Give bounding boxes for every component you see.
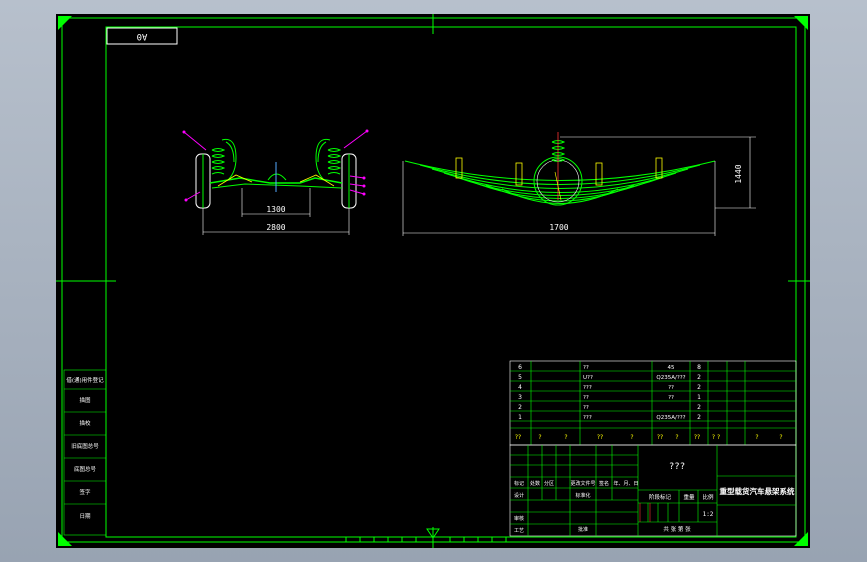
bom-row-number: 4 (518, 384, 522, 391)
bom-row-number: 5 (518, 374, 522, 381)
track-width-label: 1300 (266, 205, 285, 214)
side-strip-label: 描图 (79, 396, 91, 404)
bom-header-cell: ?? (694, 434, 700, 441)
scale-value: 1:2 (703, 511, 714, 518)
bom-row-name: ??? (583, 385, 592, 391)
bom-header-cell: ? ? (712, 434, 720, 441)
bom-header-cell: ? (538, 434, 541, 441)
cad-viewport[interactable]: A0 1300 2800 1700 1440 6 ?? 45 8 5 U?? Q… (0, 0, 867, 562)
bom-row-number: 3 (518, 394, 522, 401)
overall-width-label: 2800 (266, 223, 285, 232)
bom-row-name: ?? (583, 365, 589, 371)
side-strip-label: 签字 (79, 488, 91, 496)
bom-row-number: 2 (518, 404, 522, 411)
sheet-size-label: A0 (137, 31, 148, 41)
bom-row-name: ?? (583, 405, 589, 411)
bom-header-cell: ? (779, 434, 782, 441)
span-label: 1700 (549, 223, 568, 232)
stage-mark-label: 阶段标记 (649, 493, 672, 501)
bom-row-qty: 2 (697, 374, 701, 381)
bom-header-cell: ? (675, 434, 678, 441)
title-block-label: 标记 (514, 480, 524, 487)
bom-row-qty: 2 (697, 404, 701, 411)
sheet-info: 共 张 第 张 (663, 525, 691, 533)
bom-row-name: ??? (583, 415, 592, 421)
bom-header-cell: ?? (657, 434, 663, 441)
side-strip-label: 旧底图总号 (71, 442, 99, 450)
bom-header-cell: ? (564, 434, 567, 441)
bom-row-number: 1 (518, 414, 522, 421)
height-label: 1440 (734, 164, 743, 183)
material-mark: ??? (669, 462, 685, 472)
drawing-sheet: A0 1300 2800 1700 1440 6 ?? 45 85 U?? Q2… (56, 14, 810, 548)
drawing-title: 重型载货汽车悬架系统 (720, 486, 795, 496)
title-block-label: 签名 (599, 480, 609, 487)
bom-row-material: Q235A/??? (656, 415, 685, 421)
bom-header-cell: ?? (515, 434, 521, 441)
side-strip-label: 借(通)用件登记 (66, 376, 104, 384)
bom-row-name: U?? (583, 375, 593, 381)
bom-header-cell: ? (755, 434, 758, 441)
side-strip-label: 底图总号 (74, 465, 97, 473)
bom-row-qty: 2 (697, 414, 701, 421)
side-strip-label: 日期 (79, 513, 91, 520)
title-block-label: 更改文件号 (570, 480, 595, 487)
weight-label: 重量 (683, 493, 695, 501)
title-block-label: 处数 (530, 480, 540, 487)
bom-row-name: ?? (583, 395, 589, 401)
bom-header-cell: ? (630, 434, 633, 441)
title-block-label: 年、月、日 (613, 480, 638, 487)
title-block-label: 批准 (578, 526, 588, 533)
title-block-label: 工艺 (514, 528, 524, 534)
bom-header-cell: ?? (597, 434, 603, 441)
bom-row-number: 6 (518, 364, 522, 371)
bom-row-material: Q235A/??? (656, 375, 685, 381)
bom-row-qty: 2 (697, 384, 701, 391)
title-block-label: 设计 (514, 492, 524, 499)
bom-row-material: ?? (668, 395, 674, 401)
side-strip-label: 描校 (79, 419, 91, 427)
title-block-label: 审核 (514, 515, 524, 522)
bom-row-material: 45 (668, 365, 675, 371)
title-block-label: 分区 (544, 480, 554, 487)
title-block-label: 标准化 (575, 492, 590, 499)
ratio-label: 比例 (702, 493, 714, 501)
bom-row-qty: 8 (697, 364, 701, 371)
bom-row-material: ?? (668, 385, 674, 391)
drawing-paper (56, 14, 810, 548)
bom-row-qty: 1 (697, 394, 701, 401)
